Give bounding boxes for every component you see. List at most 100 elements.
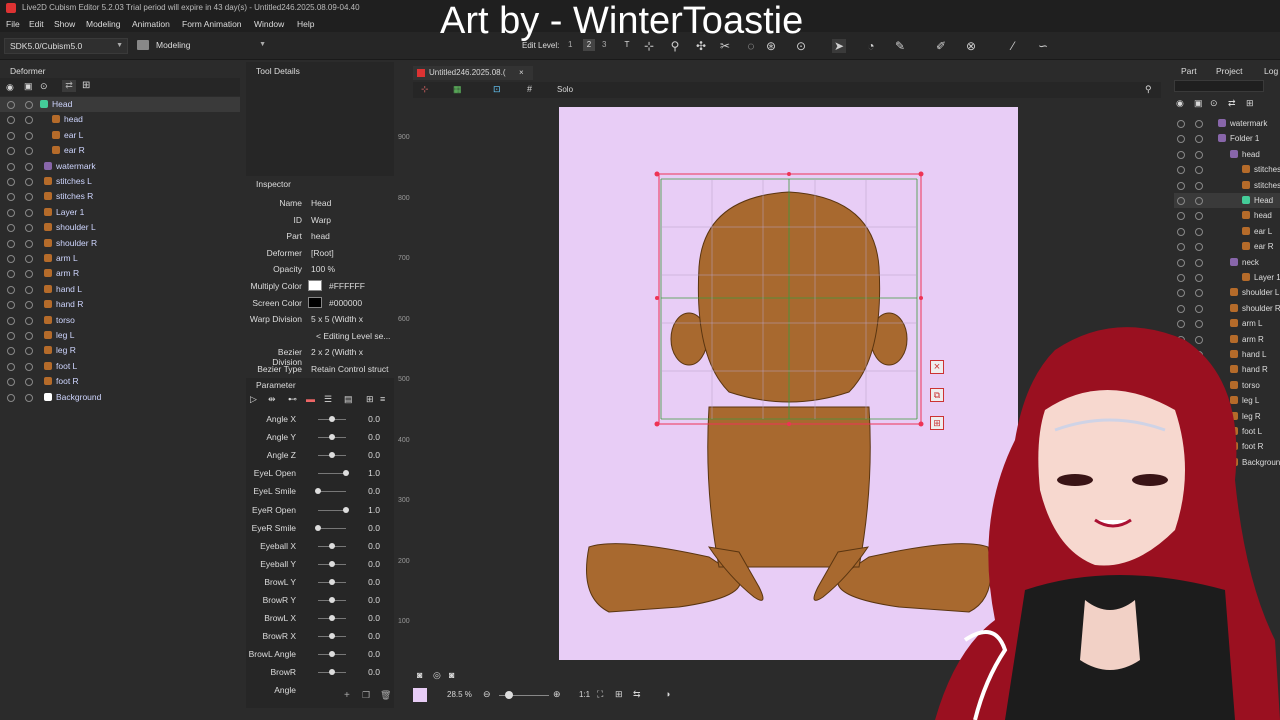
deformer-row[interactable]: ear R	[0, 143, 240, 158]
lock-toggle-icon[interactable]	[25, 208, 33, 217]
parameter-slider-knob[interactable]	[343, 470, 349, 477]
parameter-slider-knob[interactable]	[343, 506, 349, 513]
deformer-row[interactable]: watermark	[0, 159, 240, 174]
parameter-value[interactable]: 0.0	[360, 446, 380, 464]
inspector-value[interactable]: Warp	[311, 215, 331, 225]
parameter-slider[interactable]	[318, 491, 346, 493]
eye-icon[interactable]: ◉	[1176, 98, 1184, 109]
eyedropper-icon[interactable]: ⁄	[1006, 39, 1020, 53]
menu-form-animation[interactable]: Form Animation	[182, 16, 242, 32]
parameter-value[interactable]: 1.0	[360, 464, 380, 482]
parameter-row[interactable]: EyeL Open 1.0	[248, 464, 388, 482]
visibility-icon[interactable]	[1177, 243, 1185, 252]
trash-icon[interactable]: 🗑	[380, 690, 391, 701]
visibility-icon[interactable]	[1177, 289, 1185, 298]
menu-window[interactable]: Window	[254, 16, 284, 32]
deformer-row[interactable]: foot R	[0, 374, 240, 389]
visibility-icon[interactable]	[7, 255, 15, 263]
parameter-slider-knob[interactable]	[329, 452, 335, 459]
glue-tool-icon[interactable]: ⊗	[964, 39, 978, 53]
color-swatch[interactable]	[308, 280, 322, 291]
center-icon[interactable]: ⊞	[615, 689, 623, 700]
sdk-dropdown[interactable]: SDK5.0/Cubism5.0 ▼	[4, 38, 128, 54]
parameter-value[interactable]: 0.0	[360, 663, 380, 681]
inspector-value[interactable]: #FFFFFF	[329, 281, 365, 291]
part-row[interactable]: neck	[1174, 255, 1280, 270]
visibility-icon[interactable]	[1177, 135, 1185, 144]
record-icon[interactable]: ◎	[433, 670, 441, 681]
menu-icon[interactable]: ≡	[380, 394, 385, 404]
visibility-icon[interactable]	[7, 347, 15, 356]
part-row[interactable]: ear R	[1174, 239, 1280, 254]
list-icon[interactable]: ☰	[324, 394, 332, 405]
lock-toggle-icon[interactable]	[25, 332, 33, 340]
deformer-row[interactable]: stitches L	[0, 174, 240, 189]
deformer-row[interactable]: torso	[0, 313, 240, 328]
part-row[interactable]: Head	[1174, 193, 1280, 208]
lock-toggle-icon[interactable]	[25, 285, 33, 294]
parameter-row[interactable]: Eyeball Y 0.0	[248, 555, 388, 573]
part-row[interactable]: ear L	[1174, 224, 1280, 239]
visibility-icon[interactable]	[7, 147, 15, 156]
deformer-row[interactable]: head	[0, 112, 240, 127]
lock-toggle-icon[interactable]	[1195, 289, 1203, 298]
grid-icon[interactable]: #	[527, 84, 532, 94]
deformer-row[interactable]: Layer 1	[0, 205, 240, 220]
parameter-slider-knob[interactable]	[329, 597, 335, 603]
parameter-value[interactable]: 0.0	[360, 609, 380, 627]
curve-tool-icon[interactable]: ∽	[1036, 39, 1050, 53]
inspector-value[interactable]: [Root]	[311, 248, 334, 258]
swap-icon[interactable]: ⇄	[62, 80, 76, 92]
add-parameter-icon[interactable]: ⊞	[366, 394, 374, 405]
parameter-slider[interactable]	[318, 473, 346, 475]
lock-toggle-icon[interactable]	[1195, 181, 1203, 190]
part-row[interactable]: head	[1174, 208, 1280, 223]
parameter-row[interactable]: EyeR Smile 0.0	[248, 519, 388, 537]
parameter-value[interactable]: 0.0	[360, 519, 380, 537]
lock-toggle-icon[interactable]	[25, 162, 33, 171]
add-icon[interactable]: +	[344, 690, 350, 701]
visibility-icon[interactable]	[7, 270, 15, 279]
swap-icon[interactable]: ⇄	[1228, 98, 1236, 109]
tab-part[interactable]: Part	[1181, 66, 1197, 76]
parameter-value[interactable]: 0.0	[360, 573, 380, 591]
mode-dropdown[interactable]: Modeling ▼	[134, 38, 270, 54]
inspector-value[interactable]: < Editing Level se...	[316, 331, 390, 341]
part-row[interactable]: watermark	[1174, 116, 1280, 131]
parameter-row[interactable]: BrowR Angle 0.0	[248, 663, 388, 695]
parameter-row[interactable]: EyeR Open 1.0	[248, 501, 388, 519]
lock-toggle-icon[interactable]	[25, 224, 33, 233]
parameter-row[interactable]: Angle Z 0.0	[248, 446, 388, 464]
parameter-row[interactable]: Eyeball X 0.0	[248, 537, 388, 555]
eye-icon[interactable]: ◉	[6, 82, 14, 93]
view-mode-icon[interactable]: ◑	[665, 689, 670, 699]
parameter-slider[interactable]	[318, 527, 346, 529]
lock-toggle-icon[interactable]	[25, 178, 33, 186]
play-icon[interactable]: ▷	[250, 394, 257, 405]
visibility-icon[interactable]	[1177, 181, 1185, 190]
visibility-icon[interactable]	[7, 208, 15, 217]
menu-edit[interactable]: Edit	[29, 16, 44, 32]
zoom-in-icon[interactable]: ⊕	[553, 689, 561, 700]
menu-show[interactable]: Show	[54, 16, 75, 32]
part-row[interactable]: shoulder R	[1174, 301, 1280, 316]
lock-toggle-icon[interactable]	[25, 239, 33, 248]
tab-project[interactable]: Project	[1216, 66, 1242, 76]
group-icon[interactable]: ▤	[344, 394, 353, 405]
visibility-icon[interactable]	[7, 178, 15, 186]
lock-toggle-icon[interactable]	[1195, 243, 1203, 252]
target-icon[interactable]: ⊙	[40, 81, 48, 92]
deformer-row[interactable]: ear L	[0, 128, 240, 143]
zoom-value[interactable]: 28.5 %	[447, 690, 472, 699]
visibility-icon[interactable]	[1177, 212, 1185, 221]
parameter-slider-knob[interactable]	[329, 615, 335, 622]
parameter-slider-knob[interactable]	[329, 578, 335, 585]
parameter-value[interactable]: 0.0	[360, 428, 380, 446]
parameter-value[interactable]: 0.0	[360, 627, 380, 645]
visibility-icon[interactable]	[7, 316, 15, 325]
tab-log[interactable]: Log	[1264, 66, 1278, 76]
parameter-value[interactable]: 0.0	[360, 482, 380, 500]
deformer-row[interactable]: shoulder L	[0, 220, 240, 235]
deformer-row[interactable]: stitches R	[0, 189, 240, 204]
deformer-row[interactable]: shoulder R	[0, 236, 240, 251]
